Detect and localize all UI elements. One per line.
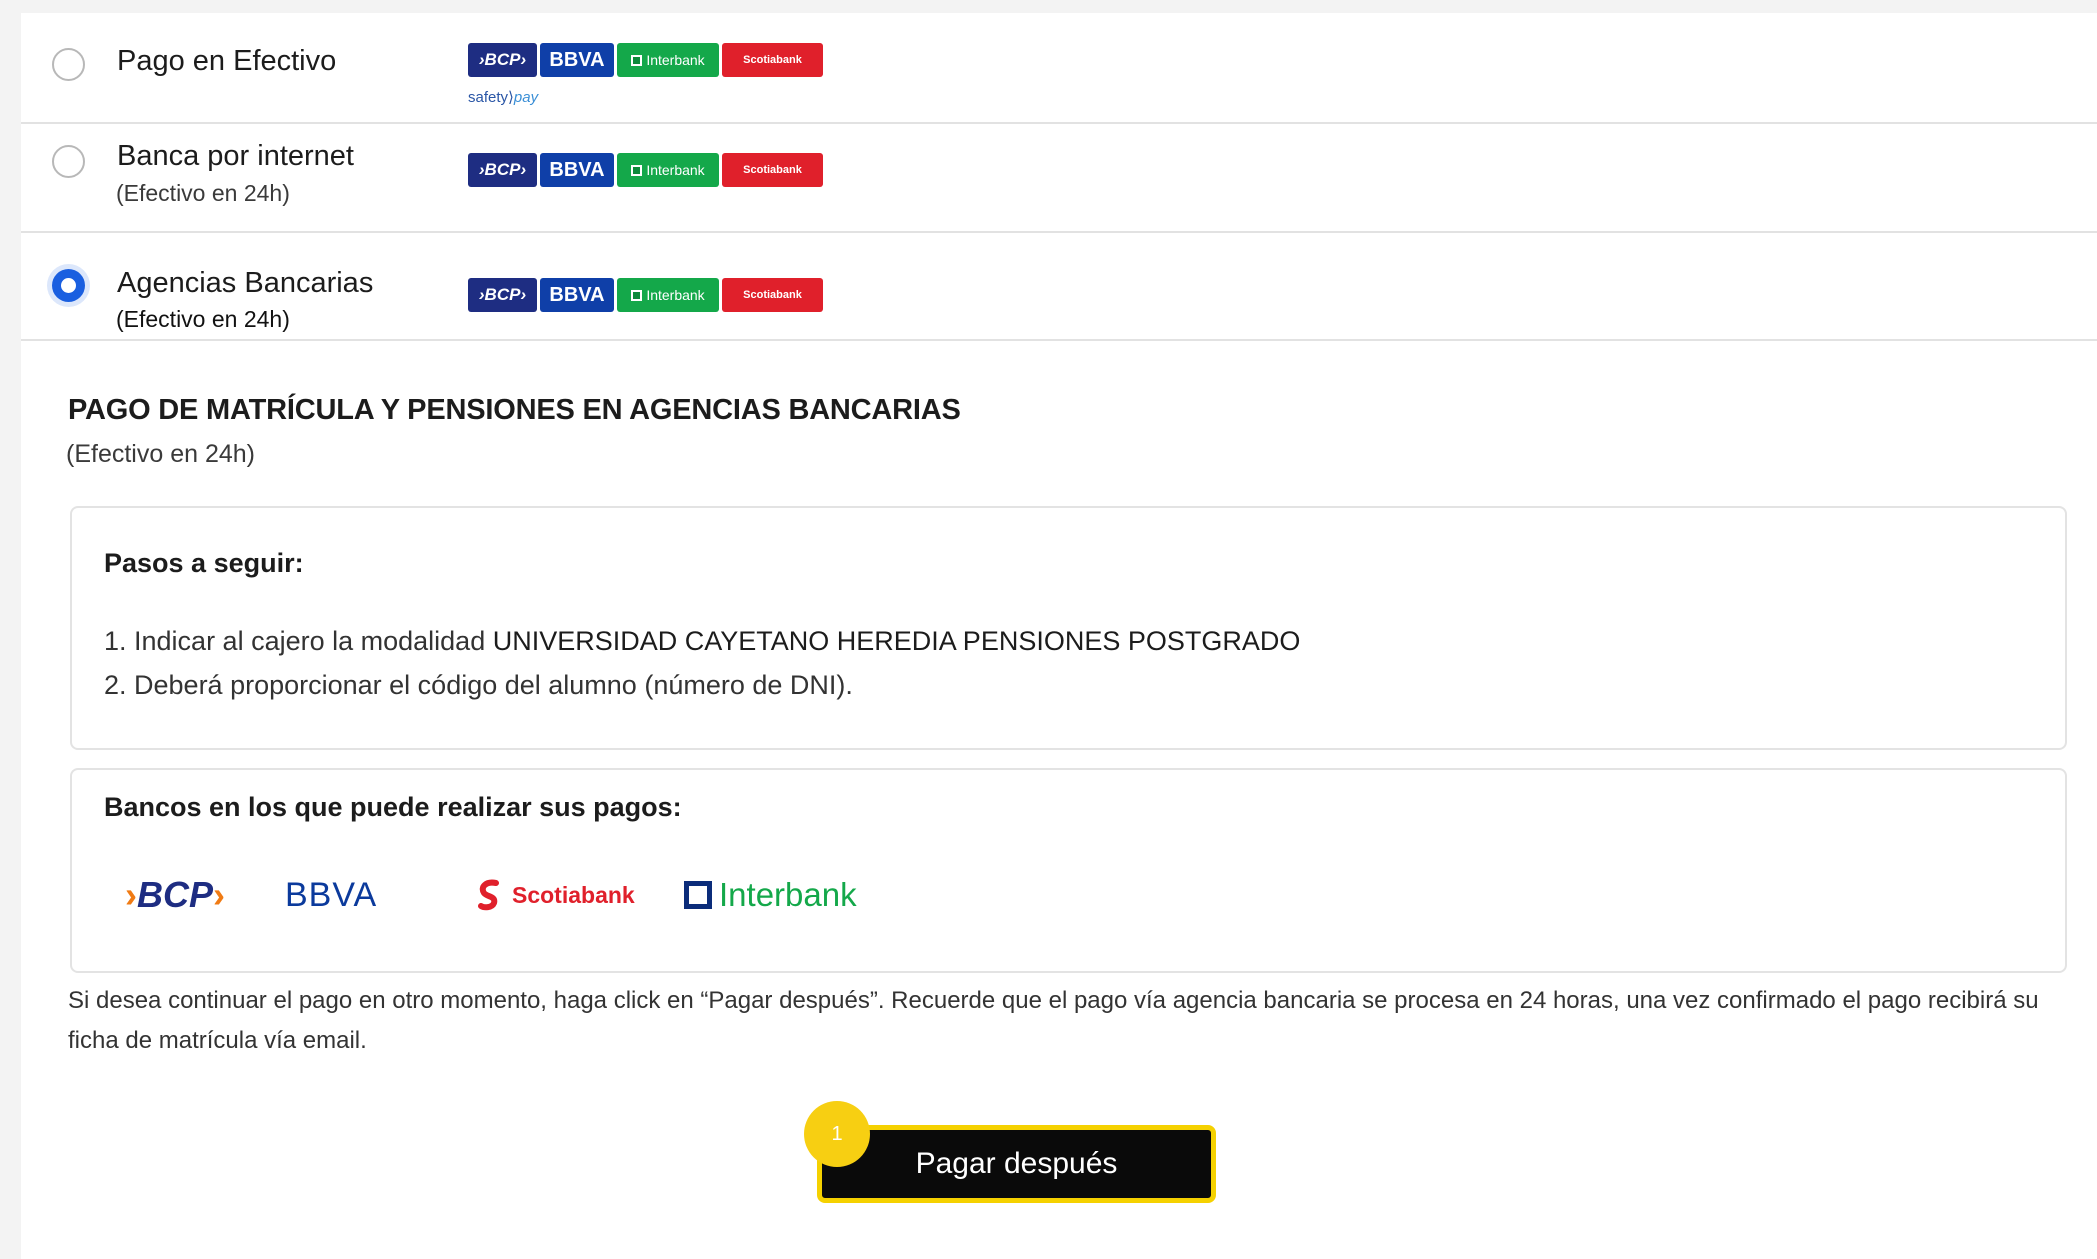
safetypay-logo: safety⟩pay [468,88,538,106]
interbank-label: Interbank [646,287,705,303]
option-banca-internet[interactable]: Banca por internet (Efectivo en 24h) ›BC… [21,124,2097,233]
step-badge: 1 [804,1101,870,1167]
scotiabank-wordmark: Scotiabank [512,881,635,908]
banks-box: Bancos en los que puede realizar sus pag… [70,768,2067,973]
interbank-wordmark: Interbank [719,876,857,913]
scotiabank-label: Scotiabank [743,164,802,176]
radio-agencias-bancarias[interactable] [52,269,85,302]
steps-box: Pasos a seguir: 1. Indicar al cajero la … [70,506,2067,750]
option-title: Agencias Bancarias [117,267,374,299]
scotiabank-logo-chip: Scotiabank [722,43,823,77]
steps-title: Pasos a seguir: [104,548,304,578]
scotiabank-s-icon [476,879,502,911]
option-title: Banca por internet [117,140,354,172]
interbank-label: Interbank [646,162,705,178]
radio-pago-efectivo[interactable] [52,48,85,81]
scotiabank-label: Scotiabank [743,289,802,301]
step-1-highlight: UNIVERSIDAD CAYETANO HEREDIA PENSIONES P… [492,626,1301,656]
scotiabank-logo-chip: Scotiabank [722,153,823,187]
bcp-logo: › BCP › [125,874,226,915]
section-subtitle: (Efectivo en 24h) [66,440,255,468]
interbank-logo-chip: Interbank [617,278,719,312]
scotiabank-logo: Scotiabank [476,875,635,915]
radio-banca-internet[interactable] [52,145,85,178]
safetypay-word: safety [468,89,509,106]
option-agencias-bancarias[interactable]: Agencias Bancarias (Efectivo en 24h) ›BC… [21,233,2097,341]
interbank-label: Interbank [646,52,705,68]
bcp-logo-chip: ›BCP› [468,153,537,187]
payment-panel: Pago en Efectivo ›BCP› BBVA Interbank Sc… [21,13,2097,1259]
interbank-logo-chip: Interbank [617,153,719,187]
bbva-wordmark: BBVA [285,875,378,914]
step-1: 1. Indicar al cajero la modalidad UNIVER… [104,626,1300,657]
banks-title: Bancos en los que puede realizar sus pag… [104,792,682,822]
bank-logos: ›BCP› BBVA Interbank Scotiabank [468,43,823,77]
payment-note: Si desea continuar el pago en otro momen… [68,987,2039,1054]
option-pago-efectivo[interactable]: Pago en Efectivo ›BCP› BBVA Interbank Sc… [21,13,2097,124]
bbva-logo-chip: BBVA [540,153,614,187]
bank-logos: ›BCP› BBVA Interbank Scotiabank [468,278,823,312]
section-title: PAGO DE MATRÍCULA Y PENSIONES EN AGENCIA… [68,394,961,426]
interbank-square-icon [684,881,712,909]
bbva-logo: BBVA [285,875,377,915]
bcp-logo-chip: ›BCP› [468,278,537,312]
page: Pago en Efectivo ›BCP› BBVA Interbank Sc… [0,0,2097,1259]
interbank-logo: Interbank [684,875,857,915]
interbank-square-icon [631,164,643,176]
bcp-logo-chip: ›BCP› [468,43,537,77]
option-title: Pago en Efectivo [117,45,337,77]
scotiabank-label: Scotiabank [743,54,802,66]
step-2-text: 2. Deberá proporcionar el código del alu… [104,670,853,700]
pay-later-button[interactable]: Pagar después [817,1125,1216,1203]
interbank-square-icon [631,289,643,301]
interbank-logo-chip: Interbank [617,43,719,77]
interbank-square-icon [631,54,643,66]
option-subtitle: (Efectivo en 24h) [116,180,290,206]
bcp-wordmark: BCP [137,874,214,915]
safetypay-pay-word: pay [513,89,539,106]
bbva-logo-chip: BBVA [540,43,614,77]
bcp-arrow-icon: › [125,874,137,915]
bcp-arrow-icon: › [213,874,226,915]
step-2: 2. Deberá proporcionar el código del alu… [104,670,853,701]
step-1-text: 1. Indicar al cajero la modalidad [104,626,493,656]
bank-logos: ›BCP› BBVA Interbank Scotiabank [468,153,823,187]
bbva-logo-chip: BBVA [540,278,614,312]
option-subtitle: (Efectivo en 24h) [116,306,290,332]
scotiabank-logo-chip: Scotiabank [722,278,823,312]
